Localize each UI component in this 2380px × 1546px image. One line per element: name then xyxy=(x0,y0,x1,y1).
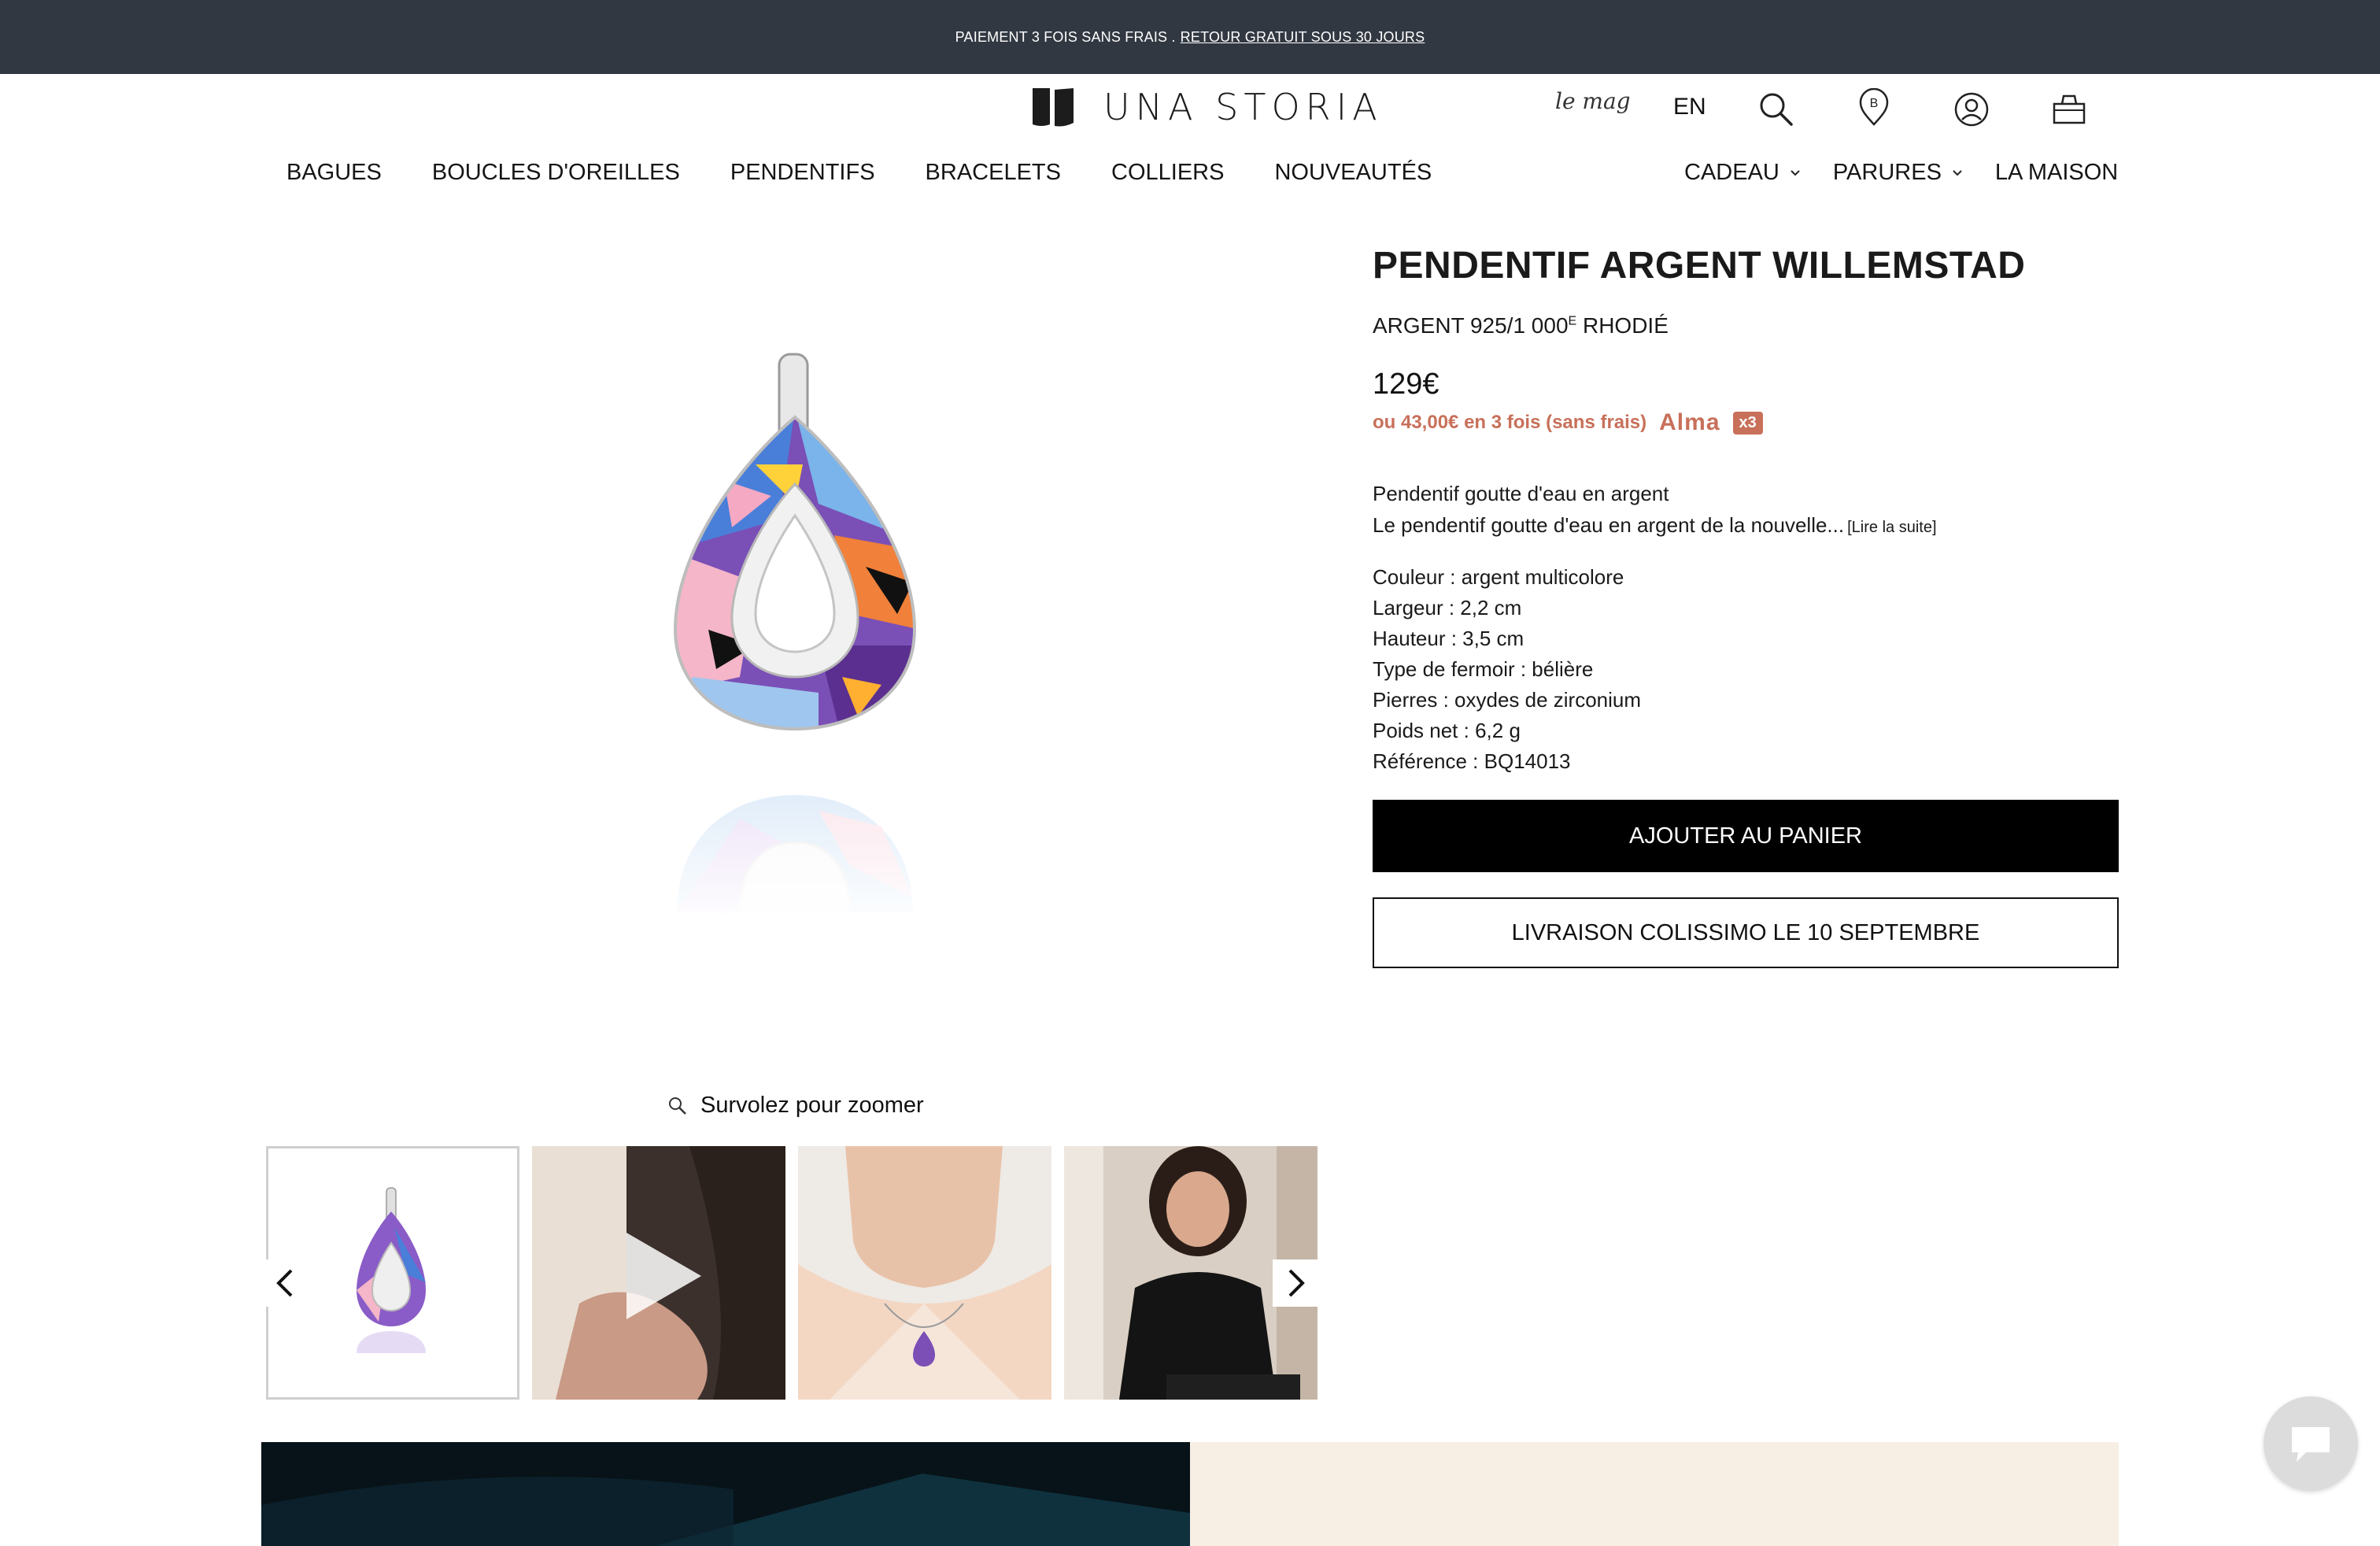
banner-dark-image xyxy=(261,1442,1190,1546)
chevron-left-icon xyxy=(276,1269,293,1297)
zoom-hint-text: Survolez pour zoomer xyxy=(700,1093,924,1118)
zoom-hint: Survolez pour zoomer xyxy=(667,1093,924,1119)
nav-cadeau-label: CADEAU xyxy=(1684,160,1779,185)
spec-color: Couleur : argent multicolore xyxy=(1373,565,1624,589)
shipping-info-button[interactable]: LIVRAISON COLISSIMO LE 10 SEPTEMBRE xyxy=(1373,897,2119,968)
alma-x3-badge: x3 xyxy=(1732,411,1763,435)
nav-pendentifs[interactable]: PENDENTIFS xyxy=(730,160,875,186)
promo-banner-cream[interactable] xyxy=(1190,1442,2119,1546)
mag-link[interactable]: le mag xyxy=(1555,88,1631,135)
chat-button[interactable] xyxy=(2264,1396,2358,1491)
thumbnail-video[interactable] xyxy=(532,1146,785,1400)
brand-logo[interactable]: UNA STORIA xyxy=(1029,85,1383,129)
thumbnail-next-button[interactable] xyxy=(1273,1259,1318,1307)
installments-text: ou 43,00€ en 3 fois (sans frais) xyxy=(1373,412,1647,433)
thumbnail-prev-button[interactable] xyxy=(263,1259,309,1307)
product-title: PENDENTIF ARGENT WILLEMSTAD xyxy=(1373,245,2026,287)
nav-bracelets[interactable]: BRACELETS xyxy=(926,160,1061,186)
chat-bubble-icon xyxy=(2292,1427,2330,1462)
nav-parures-label: PARURES xyxy=(1832,160,1942,185)
cart-bag-icon[interactable] xyxy=(2049,88,2089,128)
nav-boucles-oreilles[interactable]: BOUCLES D'OREILLES xyxy=(432,160,680,186)
thumbnail-necklace-image xyxy=(798,1146,1051,1400)
spec-weight: Poids net : 6,2 g xyxy=(1373,719,1521,742)
material-main: ARGENT 925/1 000 xyxy=(1373,313,1569,338)
chevron-right-icon xyxy=(1288,1269,1305,1297)
secondary-nav: CADEAU PARURES LA MAISON xyxy=(1684,160,2118,186)
read-more-link[interactable]: [Lire la suite] xyxy=(1847,519,1936,536)
chevron-down-icon xyxy=(1791,169,1800,176)
thumbnail-strip xyxy=(264,1146,1323,1401)
nav-bagues[interactable]: BAGUES xyxy=(286,160,382,186)
store-locator-icon[interactable]: B xyxy=(1854,88,1894,128)
product-price: 129€ xyxy=(1373,368,1439,401)
promo-banner-dark[interactable] xyxy=(261,1442,1190,1546)
material-end: RHODIÉ xyxy=(1576,313,1669,338)
logo-mark-icon xyxy=(1033,88,1074,127)
nav-parures[interactable]: PARURES xyxy=(1833,160,1964,186)
alma-logo: Alma xyxy=(1659,409,1720,435)
chevron-down-icon xyxy=(1953,169,1962,176)
nav-cadeau[interactable]: CADEAU xyxy=(1684,160,1802,186)
promo-text: PAIEMENT 3 FOIS SANS FRAIS . xyxy=(955,28,1176,45)
description-line-2: Le pendentif goutte d'eau en argent de l… xyxy=(1373,513,1845,537)
thumbnail-video-image xyxy=(532,1146,785,1400)
spec-height: Hauteur : 3,5 cm xyxy=(1373,627,1524,650)
spec-stones: Pierres : oxydes de zirconium xyxy=(1373,688,1642,712)
magnifier-icon xyxy=(669,1097,686,1115)
description-line-2-wrap: Le pendentif goutte d'eau en argent de l… xyxy=(1373,509,1937,543)
language-switch[interactable]: EN xyxy=(1673,94,1706,141)
nav-nouveautes[interactable]: NOUVEAUTÉS xyxy=(1274,160,1432,186)
material-sup: E xyxy=(1568,314,1577,328)
product-specs: Couleur : argent multicolore Largeur : 2… xyxy=(1373,562,1641,777)
brand-name: UNA STORIA xyxy=(1103,86,1383,128)
product-description: Pendentif goutte d'eau en argent Le pend… xyxy=(1373,478,1937,543)
nav-colliers[interactable]: COLLIERS xyxy=(1111,160,1224,186)
add-to-cart-button[interactable]: AJOUTER AU PANIER xyxy=(1373,800,2119,872)
nav-la-maison[interactable]: LA MAISON xyxy=(1995,160,2118,186)
account-icon[interactable] xyxy=(1952,90,1991,129)
thumbnail-necklace-model[interactable] xyxy=(798,1146,1051,1400)
product-main-image[interactable] xyxy=(582,346,1007,1023)
spec-clasp: Type de fermoir : bélière xyxy=(1373,657,1594,681)
product-material: ARGENT 925/1 000E RHODIÉ xyxy=(1373,313,1669,338)
alma-installments[interactable]: ou 43,00€ en 3 fois (sans frais) Alma x3 xyxy=(1373,409,1763,436)
description-line-1: Pendentif goutte d'eau en argent xyxy=(1373,482,1669,505)
spec-width: Largeur : 2,2 cm xyxy=(1373,596,1522,620)
main-nav: BAGUES BOUCLES D'OREILLES PENDENTIFS BRA… xyxy=(286,160,1432,186)
svg-text:B: B xyxy=(1870,97,1879,110)
spec-reference: Référence : BQ14013 xyxy=(1373,749,1571,773)
search-icon[interactable] xyxy=(1757,90,1796,129)
promo-bar: PAIEMENT 3 FOIS SANS FRAIS . RETOUR GRAT… xyxy=(0,0,2380,74)
promo-return-link[interactable]: RETOUR GRATUIT SOUS 30 JOURS xyxy=(1181,29,1425,46)
